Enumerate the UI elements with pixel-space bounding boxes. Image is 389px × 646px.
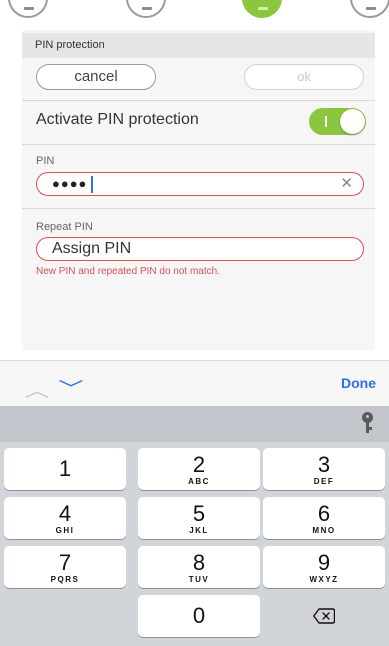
key-0[interactable]: 0: [138, 595, 260, 637]
step-1-icon[interactable]: [8, 0, 48, 18]
key-7[interactable]: 7 PQRS: [4, 546, 126, 588]
toggle-on-indicator-icon: [325, 116, 327, 127]
key-5[interactable]: 5 JKL: [138, 497, 260, 539]
numeric-keypad: 1 2 ABC 3 DEF 4 GHI 5 JKL 6 MNO 7 PQRS 8…: [0, 406, 389, 646]
key-2[interactable]: 2 ABC: [138, 448, 260, 490]
backspace-icon: [313, 608, 335, 624]
activate-pin-toggle[interactable]: [309, 108, 366, 135]
step-3-active-icon[interactable]: [242, 0, 282, 18]
clear-icon[interactable]: ✕: [340, 174, 353, 192]
step-indicator-strip: [0, 0, 389, 30]
ok-button[interactable]: ok: [244, 64, 364, 90]
step-4-icon[interactable]: [350, 0, 389, 18]
divider: [22, 144, 375, 145]
next-field-arrow-icon[interactable]: ﹀: [58, 375, 83, 401]
done-button[interactable]: Done: [341, 375, 376, 391]
repeat-pin-input[interactable]: Assign PIN: [36, 237, 364, 261]
pin-masked-value: ●●●●: [52, 176, 88, 191]
repeat-pin-field-label: Repeat PIN: [36, 221, 93, 233]
step-2-icon[interactable]: [126, 0, 166, 18]
pin-protection-panel: PIN protection cancel ok Activate PIN pr…: [22, 30, 375, 350]
divider: [22, 100, 375, 101]
repeat-pin-value: Assign PIN: [52, 240, 132, 257]
activate-pin-label: Activate PIN protection: [36, 111, 199, 128]
toggle-knob: [340, 109, 365, 134]
section-header: PIN protection: [22, 33, 375, 58]
keyboard-accessory-bar: ︿ ﹀ Done: [0, 360, 389, 406]
section-title: PIN protection: [35, 39, 105, 51]
cancel-button[interactable]: cancel: [36, 64, 156, 90]
password-key-icon[interactable]: [359, 412, 375, 436]
key-4[interactable]: 4 GHI: [4, 497, 126, 539]
key-3[interactable]: 3 DEF: [263, 448, 385, 490]
text-caret: [91, 176, 93, 193]
previous-field-arrow-icon[interactable]: ︿: [24, 377, 49, 403]
pin-input[interactable]: ●●●● ✕: [36, 172, 364, 196]
key-9[interactable]: 9 WXYZ: [263, 546, 385, 588]
pin-mismatch-error: New PIN and repeated PIN do not match.: [36, 266, 220, 277]
key-blank: [4, 595, 126, 637]
keyboard-toolbar: [0, 406, 389, 442]
pin-field-label: PIN: [36, 155, 55, 167]
key-1[interactable]: 1: [4, 448, 126, 490]
key-6[interactable]: 6 MNO: [263, 497, 385, 539]
divider: [22, 208, 375, 209]
key-8[interactable]: 8 TUV: [138, 546, 260, 588]
backspace-key[interactable]: [263, 595, 385, 637]
